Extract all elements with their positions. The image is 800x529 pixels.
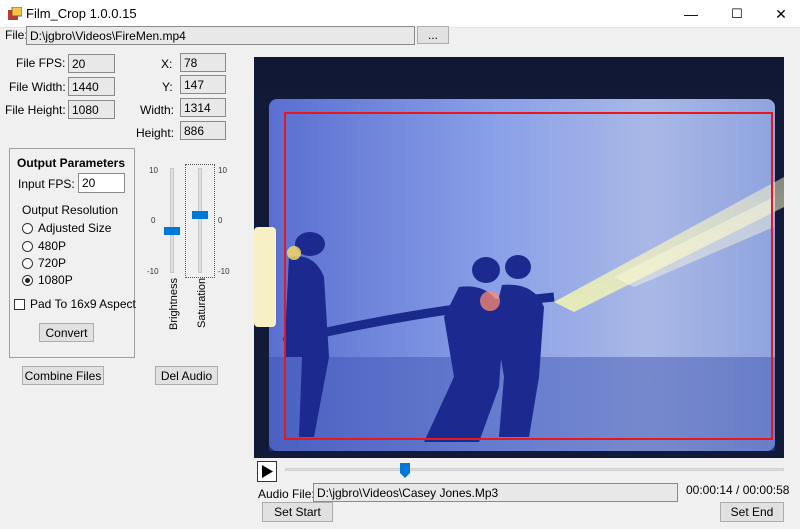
radio-adjusted-size[interactable]: Adjusted Size <box>22 221 111 235</box>
checkbox-label: Pad To 16x9 Aspect <box>30 297 136 311</box>
saturation-tick-mid: 0 <box>218 216 223 225</box>
saturation-slider-thumb[interactable] <box>192 211 208 220</box>
radio-circle <box>22 222 33 234</box>
radio-label: 480P <box>38 239 67 253</box>
timeline-track[interactable] <box>285 468 784 471</box>
file-path-input[interactable]: D:\jgbro\Videos\FireMen.mp4 <box>26 26 415 45</box>
set-end-button[interactable]: Set End <box>720 502 784 522</box>
file-width-value: 1440 <box>68 77 115 96</box>
file-height-label: File Height: <box>5 103 66 117</box>
video-preview[interactable] <box>254 57 784 458</box>
radio-720p[interactable]: 720P <box>22 256 66 270</box>
play-button[interactable] <box>257 461 277 482</box>
file-width-label: File Width: <box>9 80 66 94</box>
maximize-button[interactable]: ☐ <box>714 0 760 28</box>
crop-height-label: Height: <box>136 126 175 140</box>
time-display: 00:00:14 / 00:00:58 <box>686 483 790 497</box>
radio-circle <box>22 257 33 269</box>
combine-files-button[interactable]: Combine Files <box>22 366 104 385</box>
crop-width-value: 1314 <box>180 98 226 117</box>
brightness-slider-track[interactable] <box>170 168 174 273</box>
radio-label: 720P <box>38 256 67 270</box>
output-resolution-label: Output Resolution <box>22 203 119 217</box>
checkbox-box <box>14 298 25 310</box>
video-frame <box>254 57 784 458</box>
input-fps-input[interactable]: 20 <box>78 173 125 193</box>
crop-height-value: 886 <box>180 121 226 140</box>
saturation-slider-track[interactable] <box>198 168 202 273</box>
file-height-value: 1080 <box>68 100 115 119</box>
minimize-button[interactable]: — <box>668 0 714 28</box>
file-fps-label: File FPS: <box>16 56 66 70</box>
timeline-thumb[interactable] <box>399 463 410 478</box>
brightness-tick-top: 10 <box>149 166 158 175</box>
crop-x-label: X: <box>161 57 173 71</box>
pad-16x9-checkbox[interactable]: Pad To 16x9 Aspect <box>14 297 136 311</box>
radio-1080p[interactable]: 1080P <box>22 273 73 287</box>
crop-x-value: 78 <box>180 53 226 72</box>
radio-label: 1080P <box>38 273 73 287</box>
input-fps-label: Input FPS: <box>18 177 75 191</box>
app-icon <box>8 7 22 20</box>
convert-button[interactable]: Convert <box>39 323 94 342</box>
brightness-tick-mid: 0 <box>151 216 156 225</box>
file-label: File: <box>5 28 28 42</box>
title-bar: Film_Crop 1.0.0.15 — ☐ ✕ <box>0 0 800 28</box>
crop-y-label: Y: <box>162 80 173 94</box>
close-button[interactable]: ✕ <box>758 0 800 28</box>
file-fps-value: 20 <box>68 54 115 73</box>
radio-label: Adjusted Size <box>38 221 112 235</box>
brightness-tick-bottom: -10 <box>147 267 159 276</box>
saturation-label: Saturation <box>196 277 208 328</box>
output-parameters-title: Output Parameters <box>17 156 126 170</box>
window-title: Film_Crop 1.0.0.15 <box>26 6 137 21</box>
del-audio-button[interactable]: Del Audio <box>155 366 218 385</box>
saturation-tick-bottom: -10 <box>218 267 230 276</box>
radio-circle-selected <box>22 274 33 286</box>
radio-circle <box>22 240 33 252</box>
saturation-tick-top: 10 <box>218 166 227 175</box>
play-icon <box>262 465 273 478</box>
radio-480p[interactable]: 480P <box>22 239 66 253</box>
browse-button[interactable]: ... <box>417 26 449 44</box>
set-start-button[interactable]: Set Start <box>262 502 333 522</box>
brightness-slider-thumb[interactable] <box>164 227 180 235</box>
brightness-label: Brightness <box>168 278 180 330</box>
crop-width-label: Width: <box>140 103 175 117</box>
crop-y-value: 147 <box>180 75 226 94</box>
audio-file-input[interactable]: D:\jgbro\Videos\Casey Jones.Mp3 <box>313 483 678 502</box>
audio-file-label: Audio File: <box>258 487 315 501</box>
